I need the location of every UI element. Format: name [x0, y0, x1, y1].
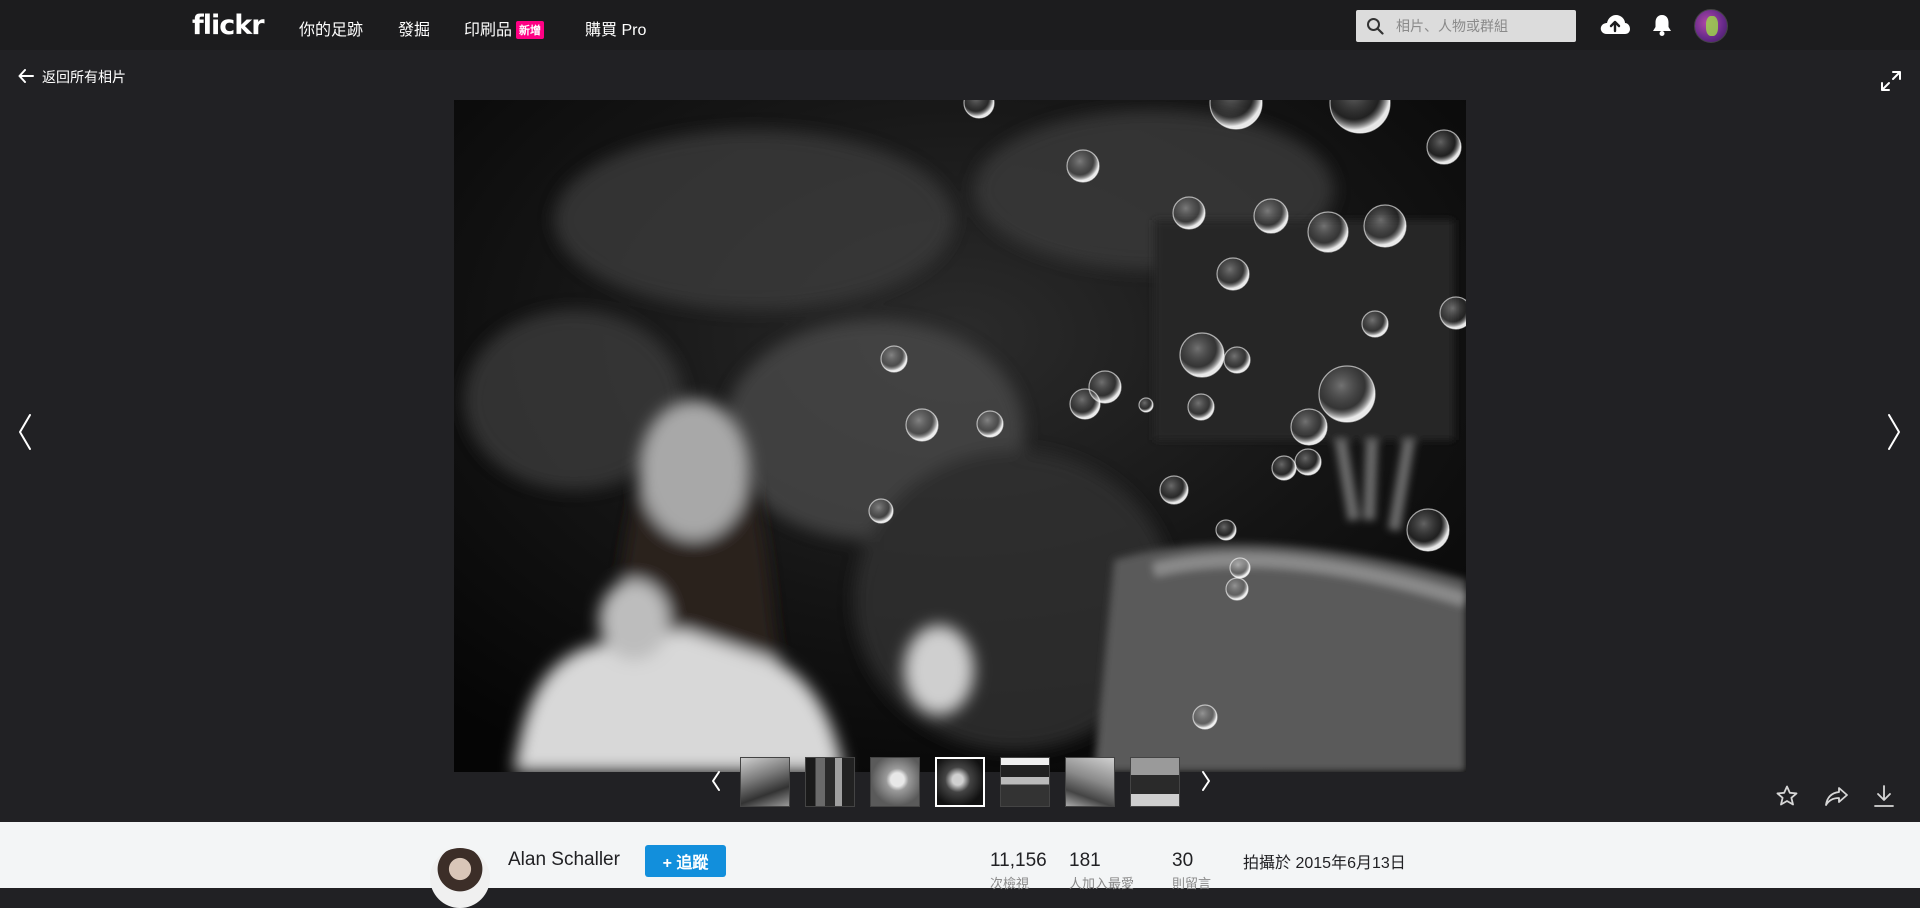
follow-label: 追蹤	[676, 855, 709, 872]
chevron-left-icon[interactable]	[710, 770, 722, 797]
avatar-figure	[1706, 16, 1718, 36]
views-count: 11,156	[990, 850, 1047, 871]
comments-label: 則留言	[1172, 876, 1212, 891]
faves-count: 181	[1069, 850, 1101, 871]
plus-icon: +	[662, 855, 672, 872]
filmstrip-thumb[interactable]	[805, 757, 855, 807]
filmstrip-thumb[interactable]	[1000, 757, 1050, 807]
download-icon[interactable]	[1873, 784, 1895, 813]
photo-info-bar: Alan Schaller + 追蹤 11,156 次檢視 181 人加入最愛 …	[0, 822, 1920, 908]
top-nav: flickr 你的足跡 發掘 印刷品 新增 購買 Pro	[0, 0, 1920, 50]
filmstrip-thumb[interactable]	[1130, 757, 1180, 807]
nav-you[interactable]: 你的足跡	[299, 16, 363, 40]
back-to-photos-link[interactable]: 返回所有相片	[18, 67, 126, 87]
back-to-photos-label: 返回所有相片	[42, 69, 126, 85]
star-icon[interactable]	[1775, 784, 1799, 813]
arrow-left-icon	[18, 68, 34, 86]
flickr-logo[interactable]: flickr	[192, 10, 265, 41]
avatar[interactable]	[1694, 9, 1728, 43]
filmstrip-thumb[interactable]	[870, 757, 920, 807]
chevron-right-icon[interactable]	[1200, 770, 1212, 797]
nav-explore[interactable]: 發掘	[398, 16, 430, 40]
chevron-left-icon[interactable]	[17, 412, 33, 457]
notification-bell-icon[interactable]	[1651, 13, 1673, 42]
search-box[interactable]	[1356, 10, 1576, 42]
comments-stat[interactable]: 30 則留言	[1172, 850, 1211, 892]
upload-cloud-icon[interactable]	[1599, 12, 1631, 43]
faves-label: 人加入最愛	[1069, 876, 1135, 891]
nav-get-pro[interactable]: 購買 Pro	[585, 16, 646, 40]
follow-button[interactable]: + 追蹤	[645, 845, 726, 877]
new-badge: 新增	[516, 21, 545, 39]
nav-prints[interactable]: 印刷品 新增	[464, 16, 545, 40]
filmstrip-thumb-active[interactable]	[935, 757, 985, 807]
owner-avatar[interactable]	[430, 848, 490, 908]
share-icon[interactable]	[1824, 784, 1850, 813]
expand-icon[interactable]	[1880, 70, 1902, 97]
faves-stat[interactable]: 181 人加入最愛	[1069, 850, 1134, 892]
taken-label: 拍攝於	[1243, 855, 1292, 872]
main-photo	[454, 100, 1466, 772]
search-input[interactable]	[1396, 10, 1572, 42]
nav-prints-label: 印刷品	[464, 22, 513, 39]
views-label: 次檢視	[990, 876, 1030, 891]
search-icon[interactable]	[1366, 17, 1384, 40]
chevron-right-icon[interactable]	[1886, 412, 1902, 457]
views-stat: 11,156 次檢視	[990, 850, 1047, 892]
filmstrip-thumb[interactable]	[1065, 757, 1115, 807]
taken-on: 拍攝於 2015年6月13日	[1243, 849, 1406, 873]
owner-name[interactable]: Alan Schaller	[508, 849, 620, 871]
filmstrip-thumb[interactable]	[740, 757, 790, 807]
comments-count: 30	[1172, 850, 1194, 871]
taken-date[interactable]: 2015年6月13日	[1295, 855, 1405, 872]
